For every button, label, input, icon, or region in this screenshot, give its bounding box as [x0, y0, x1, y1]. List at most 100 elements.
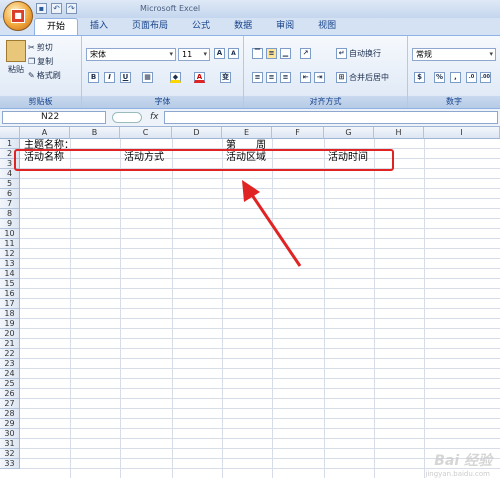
column-header[interactable]: I: [424, 127, 500, 139]
row-header[interactable]: 19: [0, 319, 20, 329]
border-icon: ▦: [142, 72, 153, 83]
font-group-label: 字体: [82, 96, 243, 108]
row-header[interactable]: 23: [0, 359, 20, 369]
fill-color-icon: ◆: [170, 72, 181, 83]
row-header[interactable]: 31: [0, 439, 20, 449]
number-group-label: 数字: [408, 96, 500, 108]
row-header[interactable]: 14: [0, 269, 20, 279]
fill-color-button[interactable]: ◆: [170, 72, 181, 83]
accounting-format-button[interactable]: $: [414, 72, 425, 83]
column-header[interactable]: F: [272, 127, 324, 139]
column-header[interactable]: C: [120, 127, 172, 139]
row-header[interactable]: 27: [0, 399, 20, 409]
row-header[interactable]: 25: [0, 379, 20, 389]
row-header[interactable]: 24: [0, 369, 20, 379]
undo-icon[interactable]: ↶: [51, 3, 62, 14]
formula-bar-resize-handle[interactable]: [112, 112, 142, 123]
font-size-dropdown[interactable]: 11 ▾: [178, 48, 210, 61]
row-header[interactable]: 26: [0, 389, 20, 399]
format-painter-button[interactable]: ✎ 格式刷: [28, 70, 61, 81]
font-color-button[interactable]: A: [194, 72, 205, 83]
tab-home[interactable]: 开始: [34, 18, 79, 35]
orientation-button[interactable]: ↗: [300, 48, 311, 59]
select-all-corner[interactable]: [0, 127, 20, 139]
wrap-text-button[interactable]: ↵ 自动换行: [336, 48, 381, 59]
row-header[interactable]: 32: [0, 449, 20, 459]
row-header[interactable]: 33: [0, 459, 20, 469]
underline-button[interactable]: U: [120, 72, 131, 83]
row-header[interactable]: 17: [0, 299, 20, 309]
phonetic-button[interactable]: 变: [220, 72, 231, 83]
merge-center-button[interactable]: ⊞ 合并后居中: [336, 72, 389, 83]
italic-button[interactable]: I: [104, 72, 115, 83]
tab-insert[interactable]: 插入: [78, 18, 120, 35]
office-button[interactable]: ■: [3, 1, 33, 31]
bold-button[interactable]: B: [88, 72, 99, 83]
borders-button[interactable]: ▦: [142, 72, 153, 83]
align-middle-button[interactable]: ≡: [266, 48, 277, 59]
row-gridline: [20, 448, 500, 449]
row-header[interactable]: 28: [0, 409, 20, 419]
increase-indent-button[interactable]: ⇥: [314, 72, 325, 83]
ribbon: 粘贴 ✂ 剪切 ❐ 复制 ✎ 格式刷 剪贴板 宋体 ▾ 11 ▾ A A B I U ▦ …: [0, 35, 500, 109]
row-header[interactable]: 21: [0, 339, 20, 349]
row-gridline: [20, 288, 500, 289]
tab-review[interactable]: 审阅: [264, 18, 306, 35]
column-header[interactable]: H: [374, 127, 424, 139]
align-bottom-button[interactable]: ▁: [280, 48, 291, 59]
row-header[interactable]: 12: [0, 249, 20, 259]
row-header[interactable]: 18: [0, 309, 20, 319]
row-header[interactable]: 5: [0, 179, 20, 189]
annotation-highlight-box: [14, 149, 394, 171]
align-top-button[interactable]: ▔: [252, 48, 263, 59]
align-center-button[interactable]: ≡: [266, 72, 277, 83]
row-header[interactable]: 1: [0, 139, 20, 149]
row-gridline: [20, 328, 500, 329]
column-header[interactable]: G: [324, 127, 374, 139]
fx-icon[interactable]: fx: [150, 112, 159, 122]
row-gridline: [20, 338, 500, 339]
redo-icon[interactable]: ↷: [66, 3, 77, 14]
row-header[interactable]: 30: [0, 429, 20, 439]
comma-style-button[interactable]: ,: [450, 72, 461, 83]
row-header[interactable]: 22: [0, 349, 20, 359]
tab-formulas[interactable]: 公式: [180, 18, 222, 35]
name-box[interactable]: N22: [2, 111, 106, 124]
align-right-button[interactable]: ≡: [280, 72, 291, 83]
column-header[interactable]: A: [20, 127, 70, 139]
column-header[interactable]: E: [222, 127, 272, 139]
font-name-dropdown[interactable]: 宋体 ▾: [86, 48, 176, 61]
row-header[interactable]: 11: [0, 239, 20, 249]
row-header[interactable]: 7: [0, 199, 20, 209]
row-header[interactable]: 8: [0, 209, 20, 219]
row-header[interactable]: 15: [0, 279, 20, 289]
row-header[interactable]: 9: [0, 219, 20, 229]
decrease-indent-button[interactable]: ⇤: [300, 72, 311, 83]
decrease-decimal-button[interactable]: .00: [480, 72, 491, 83]
row-header[interactable]: 29: [0, 419, 20, 429]
formula-bar: N22 fx: [0, 109, 500, 127]
formula-input[interactable]: [164, 111, 498, 124]
save-icon[interactable]: ▪: [36, 3, 47, 14]
row-header[interactable]: 20: [0, 329, 20, 339]
grow-font-button[interactable]: A: [214, 48, 225, 59]
row-gridline: [20, 358, 500, 359]
tab-page-layout[interactable]: 页面布局: [120, 18, 180, 35]
number-format-dropdown[interactable]: 常规 ▾: [412, 48, 496, 61]
cut-button[interactable]: ✂ 剪切: [28, 42, 53, 53]
increase-decimal-button[interactable]: .0: [466, 72, 477, 83]
row-header[interactable]: 6: [0, 189, 20, 199]
row-header[interactable]: 16: [0, 289, 20, 299]
tab-view[interactable]: 视图: [306, 18, 348, 35]
percent-button[interactable]: %: [434, 72, 445, 83]
row-header[interactable]: 10: [0, 229, 20, 239]
column-header[interactable]: D: [172, 127, 222, 139]
row-header[interactable]: 13: [0, 259, 20, 269]
align-left-icon: ≡: [252, 72, 263, 83]
column-header[interactable]: B: [70, 127, 120, 139]
copy-button[interactable]: ❐ 复制: [28, 56, 53, 67]
paste-button[interactable]: 粘贴: [6, 40, 26, 75]
align-left-button[interactable]: ≡: [252, 72, 263, 83]
shrink-font-button[interactable]: A: [228, 48, 239, 59]
tab-data[interactable]: 数据: [222, 18, 264, 35]
